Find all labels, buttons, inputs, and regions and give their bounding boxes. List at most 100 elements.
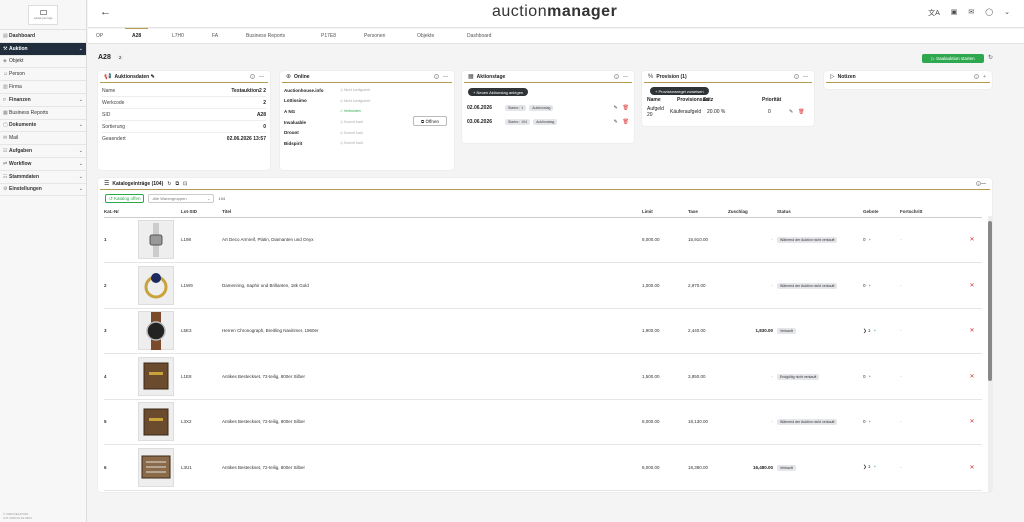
minimize-icon[interactable]: — [803,74,808,80]
tab-l7h0[interactable]: L7H0 [172,33,184,39]
tab-business-reports[interactable]: Business Reports [246,33,285,39]
table-row[interactable]: 5 L3X2 Antikes Besteckset, 72-teilig, 80… [104,399,982,445]
add-bid-icon[interactable]: + [869,237,872,242]
sidebar-item-workflow[interactable]: ⇄ Workflow ⌄ [0,158,86,171]
chevron-down-icon[interactable]: ⌄ [79,97,83,103]
add-bid-icon[interactable]: + [874,464,877,469]
sidebar-item-aufgaben[interactable]: ☑ Aufgaben ⌄ [0,145,86,158]
col-titel[interactable]: Titel [222,207,642,218]
col-lotsid[interactable]: Lot-SID [181,207,222,218]
new-auction-day-button[interactable]: + Neuen Aktionstag anlegen [468,88,529,96]
info-icon[interactable]: i [974,73,980,79]
cell-image[interactable] [138,444,181,491]
cell-image[interactable] [138,262,181,309]
external-link-icon[interactable]: ⧉ [175,181,179,187]
sidebar-item-label: Firma [9,84,22,91]
delete-icon[interactable]: ✕ [962,217,982,263]
cell-image[interactable] [138,308,181,354]
add-note-icon[interactable]: + [983,74,986,80]
edit-icon[interactable]: ✎ [613,105,617,111]
sidebar-item-dashboard[interactable]: ▤ Dashboard [0,30,86,43]
edit-icon[interactable]: ✎ [789,109,793,115]
table-row[interactable]: 2 L1W9 Damenring, Saphir und Brillanten,… [104,262,982,309]
cell-image[interactable] [138,217,181,263]
col-zuschlag[interactable]: Zuschlag [728,207,777,218]
tab-fa[interactable]: FA [212,33,218,39]
trash-icon[interactable]: 🗑 [623,105,629,111]
info-icon[interactable]: i [434,73,439,79]
delete-icon[interactable]: ✕ [962,444,982,491]
chevron-down-icon[interactable]: ⌄ [79,186,83,192]
add-bid-icon[interactable]: + [869,283,872,288]
inbox-icon[interactable]: ✉ [968,8,974,18]
platform-status: Kommt bald [344,141,363,146]
col-katnr[interactable]: Kat.-Nr [104,207,138,218]
add-bid-icon[interactable]: + [874,328,877,333]
scrollbar-thumb[interactable] [988,221,992,381]
sidebar-item-auktion[interactable]: ⚒ Auktion ⌄ [0,42,86,56]
sidebar-item-stammdaten[interactable]: ☷ Stammdaten ⌄ [0,171,86,184]
chevron-down-icon[interactable]: ⌄ [79,174,83,180]
chevron-down-icon[interactable]: ⌄ [79,46,83,52]
delete-icon[interactable]: ✕ [962,399,982,445]
tab-op[interactable]: OP [96,33,103,39]
col-limit[interactable]: Limit [642,207,688,218]
translate-icon[interactable]: 文A [928,8,940,18]
cell-image[interactable] [138,353,181,400]
delete-icon[interactable]: ✕ [962,262,982,309]
col-status[interactable]: Status [777,207,863,218]
back-arrow-icon[interactable]: ← [100,6,111,18]
sidebar-item-business-reports[interactable]: ▦ Business Reports [0,107,86,120]
add-bid-icon[interactable]: + [869,419,872,424]
calendar-icon[interactable]: ▣ [951,8,958,18]
refresh-icon[interactable]: ↻ [167,181,171,187]
add-bid-icon[interactable]: + [869,374,872,379]
info-icon[interactable]: i [250,73,255,79]
open-button[interactable]: ⧉ Öffnen [413,116,447,126]
minimize-icon[interactable]: — [443,74,448,80]
catalog-open-filter[interactable]: ↺ Katalog offen [105,194,145,203]
sidebar-item-einstellungen[interactable]: ⚙ Einstellungen ⌄ [0,184,86,197]
delete-icon[interactable]: ✕ [962,308,982,354]
chevron-down-icon[interactable]: ⌄ [79,148,83,154]
chevron-down-icon[interactable]: ⌄ [79,122,83,128]
table-row[interactable]: 3 L5E3 Herren Chronograph, Breitling Nav… [104,308,982,354]
export-icon[interactable]: ⊡ [183,181,187,187]
assign-provision-button[interactable]: + Provisionsregel zuweisen [650,87,709,95]
sidebar-item-mail[interactable]: ✉ Mail [0,132,86,146]
sidebar-item-objekt[interactable]: ◈ Objekt [0,56,86,69]
user-icon[interactable]: ◯ [985,8,993,18]
delete-icon[interactable]: ✕ [962,353,982,400]
col-gebote[interactable]: Gebote [863,207,900,218]
sidebar-item-dokumente[interactable]: ▢ Dokumente ⌄ [0,120,86,133]
tab-objekte[interactable]: Objekte [417,33,434,39]
col-taxe[interactable]: Taxe [688,207,728,218]
product-group-select[interactable]: Alle Warengruppen ⌄ [148,194,215,203]
edit-icon[interactable]: ✎ [151,74,155,80]
table-row[interactable]: 1 L198 Art Deco Armreif, Platin, Diamant… [104,217,982,263]
chevron-down-icon[interactable]: ⌄ [79,161,83,167]
minimize-icon[interactable]: — [259,74,264,80]
tab-personen[interactable]: Personen [364,33,385,39]
sidebar-item-finanzen[interactable]: ¤ Finanzen ⌄ [0,94,86,107]
edit-icon[interactable]: ✎ [613,119,617,125]
logo-area[interactable]: upload your logo [0,0,86,30]
info-icon[interactable]: i [614,73,619,79]
sidebar-item-firma[interactable]: ▥ Firma [0,81,86,94]
tab-p17e8[interactable]: P17E8 [321,33,336,39]
col-fortschritt[interactable]: Fortschritt [900,207,962,218]
minimize-icon[interactable]: — [981,181,986,187]
trash-icon[interactable]: 🗑 [798,109,804,115]
info-icon[interactable]: i [794,73,799,79]
cell-image[interactable] [138,399,181,445]
sidebar-item-person[interactable]: ☺ Person [0,68,86,82]
minimize-icon[interactable]: — [623,74,628,80]
table-row[interactable]: 4 L1E8 Antikes Besteckset, 72-teilig, 80… [104,353,982,400]
table-row[interactable]: 6 L3U1 Antikes Besteckset, 72-teilig, 80… [104,444,982,491]
refresh-icon[interactable]: ↻ [988,54,993,61]
chevron-down-icon[interactable]: ⌄ [1004,8,1010,18]
trash-icon[interactable]: 🗑 [623,119,629,125]
tab-dashboard[interactable]: Dashboard [467,33,491,39]
start-auction-button[interactable]: ▷ Saalauktion starten [922,54,984,63]
tab-a28[interactable]: A28 [124,28,149,39]
